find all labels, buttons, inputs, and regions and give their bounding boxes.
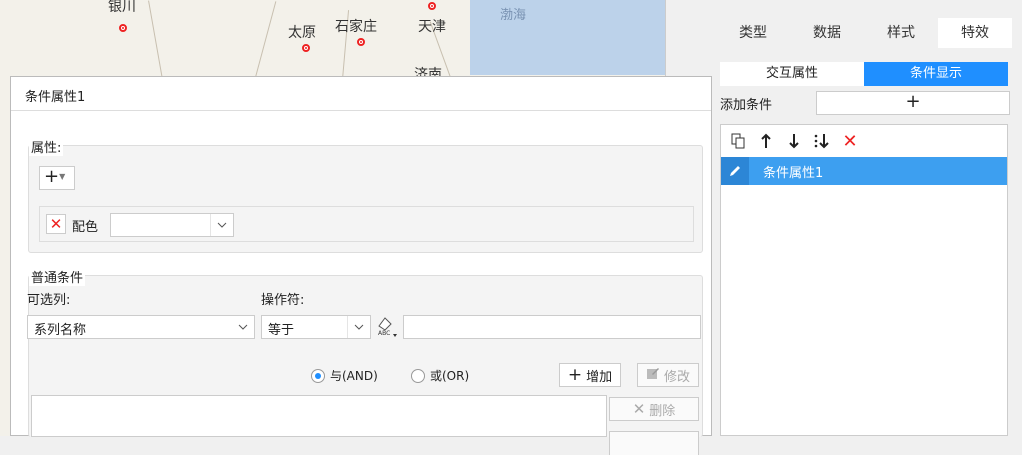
tab-effects[interactable]: 特效: [938, 18, 1012, 48]
modify-button-label: 修改: [663, 369, 690, 385]
list-item[interactable]: 条件属性1: [721, 157, 1007, 185]
add-button-label: 增加: [586, 369, 613, 385]
or-radio-label: 或(OR): [430, 369, 470, 383]
radio-unselected-icon: [411, 368, 425, 383]
city-label: 天津: [418, 19, 446, 35]
modify-condition-button[interactable]: 修改: [637, 363, 699, 387]
operator-select[interactable]: 等于: [261, 315, 371, 339]
move-bottom-icon[interactable]: [813, 132, 831, 150]
text-type-icon[interactable]: ABC: [375, 316, 399, 338]
operand-input[interactable]: [403, 315, 701, 339]
edit-icon: [646, 366, 660, 384]
arrow-down-icon[interactable]: [785, 132, 803, 150]
and-radio[interactable]: 与(AND): [311, 367, 378, 384]
condition-expression-list[interactable]: [31, 395, 607, 437]
city-marker[interactable]: [119, 24, 127, 32]
conditions-group-label: 普通条件: [29, 267, 86, 286]
add-condition-button[interactable]: +: [816, 91, 1010, 115]
attribute-label: 配色: [72, 220, 99, 235]
column-label: 可选列:: [27, 293, 71, 308]
add-attribute-label: +: [44, 166, 60, 187]
arrow-up-icon[interactable]: [757, 132, 775, 150]
plus-icon: +: [567, 365, 583, 385]
condition-list: ✕ 条件属性1: [720, 124, 1008, 436]
city-label: 石家庄: [335, 19, 377, 35]
subtab-interaction[interactable]: 交互属性: [720, 62, 864, 86]
dialog-divider: [11, 110, 711, 111]
remove-attribute-icon[interactable]: ✕: [46, 214, 66, 234]
tab-type[interactable]: 类型: [716, 18, 790, 48]
province-border: [254, 1, 277, 79]
partial-button[interactable]: [609, 431, 699, 455]
city-label: 太原: [288, 25, 316, 41]
add-condition-row: 添加条件 +: [720, 91, 1010, 115]
close-icon: ✕: [632, 400, 646, 418]
province-border: [148, 0, 163, 80]
edit-pencil-icon[interactable]: [721, 157, 749, 185]
tab-style[interactable]: 样式: [864, 18, 938, 48]
condition-list-toolbar: ✕: [721, 125, 1007, 157]
sea-label: 渤海: [500, 8, 527, 23]
chevron-down-icon: [232, 316, 254, 338]
attribute-row: ✕ 配色: [39, 206, 694, 242]
delete-condition-button[interactable]: ✕ 删除: [609, 397, 699, 421]
or-radio[interactable]: 或(OR): [411, 367, 469, 384]
add-attribute-button[interactable]: +▼: [39, 166, 75, 190]
operator-select-value: 等于: [268, 323, 295, 338]
chevron-down-icon: ▼: [59, 172, 66, 181]
condition-property-dialog: 条件属性1 +▼ ✕ 配色 属性: 普通条件 可选列: 操作符: 系列名称 等于: [10, 76, 712, 455]
subtab-conditional-display[interactable]: 条件显示: [864, 62, 1008, 86]
add-condition-dialog-button[interactable]: + 增加: [559, 363, 621, 387]
color-scheme-select[interactable]: [110, 213, 234, 237]
tab-data[interactable]: 数据: [790, 18, 864, 48]
delete-icon[interactable]: ✕: [841, 131, 859, 152]
column-select[interactable]: 系列名称: [27, 315, 255, 339]
panel-tabs: 类型 数据 样式 特效: [716, 18, 1012, 48]
add-condition-label: 添加条件: [720, 98, 773, 113]
city-marker[interactable]: [428, 2, 436, 10]
copy-icon[interactable]: [729, 132, 747, 150]
attributes-group-label: 属性:: [29, 137, 64, 156]
chevron-down-icon: [210, 214, 233, 236]
svg-text:ABC: ABC: [378, 330, 390, 337]
city-marker[interactable]: [302, 44, 310, 52]
effect-subtabs: 交互属性 条件显示: [720, 62, 1008, 86]
attributes-group: +▼ ✕ 配色: [28, 145, 703, 253]
list-item-label: 条件属性1: [763, 165, 824, 181]
dialog-title: 条件属性1: [25, 90, 86, 105]
city-marker[interactable]: [357, 38, 365, 46]
operator-label: 操作符:: [261, 293, 305, 308]
column-select-value: 系列名称: [34, 323, 87, 338]
and-radio-label: 与(AND): [330, 369, 378, 383]
delete-button-label: 删除: [649, 403, 676, 419]
city-label: 银川: [108, 0, 136, 15]
chevron-down-icon: [347, 316, 370, 338]
radio-selected-icon: [311, 368, 325, 383]
